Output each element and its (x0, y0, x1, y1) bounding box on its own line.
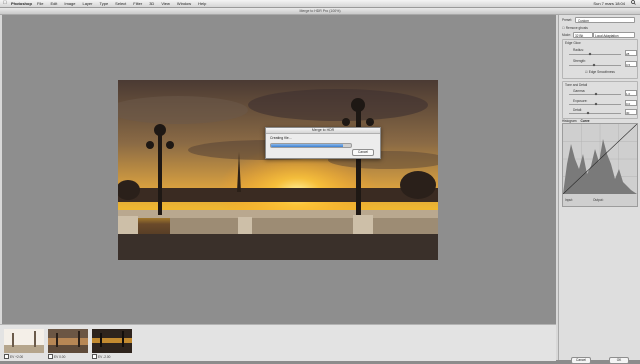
preset-select[interactable]: Custom (575, 17, 635, 23)
slider-knob[interactable] (592, 63, 596, 67)
menu-layer[interactable]: Layer (82, 0, 92, 7)
menu-3d[interactable]: 3D (149, 0, 154, 7)
app-menu[interactable]: Photoshop (11, 0, 32, 7)
menubar-status: Sun 7 mars 18:04 (593, 0, 636, 7)
detail-slider[interactable] (569, 111, 621, 115)
clock[interactable]: Sun 7 mars 18:04 (593, 0, 625, 7)
preset-value: Custom (578, 19, 589, 23)
gamma-slider[interactable] (569, 92, 621, 96)
thumbnail-ev-0[interactable] (48, 329, 88, 353)
menu-image[interactable]: Image (64, 0, 75, 7)
menu-view[interactable]: View (161, 0, 170, 7)
apple-icon[interactable]:  (3, 0, 7, 7)
ok-button[interactable]: OK (609, 357, 629, 364)
detail-label: Detail: (573, 108, 583, 112)
checkbox-icon[interactable] (48, 354, 53, 359)
progress-bar (270, 143, 352, 148)
radius-field[interactable]: 28 (625, 50, 637, 56)
thumbnail-caption: EV 0.00 (48, 354, 65, 359)
gamma-value: 1.0 (626, 92, 631, 96)
edge-smoothness-checkbox[interactable]: ☑ Edge Smoothness (585, 70, 615, 74)
remove-ghosts-label: Remove ghosts (565, 26, 588, 30)
hdr-preview-image (118, 80, 438, 260)
strength-label: Strength: (573, 59, 586, 63)
thumbnail-caption: EV -2.00 (92, 354, 110, 359)
edge-glow-group: Edge Glow Radius: 28 Strength: 0.5 ☑ Edg… (562, 39, 638, 79)
gamma-field[interactable]: 1.0 (625, 90, 637, 96)
tone-detail-title: Tone and Detail (565, 83, 588, 87)
slider-knob[interactable] (594, 92, 598, 96)
detail-value: 30 (626, 111, 630, 115)
strength-field[interactable]: 0.5 (625, 61, 637, 67)
checkbox-icon[interactable] (92, 354, 97, 359)
menu-filter[interactable]: Filter (133, 0, 142, 7)
preview-canvas: Merge to HDR Creating file... Cancel (2, 15, 556, 324)
menu-help[interactable]: Help (198, 0, 206, 7)
curve-editor[interactable]: Input: Output: (562, 123, 638, 207)
radius-value: 28 (626, 52, 630, 56)
slider-knob[interactable] (586, 111, 590, 115)
strength-value: 0.5 (626, 63, 631, 67)
exposure-field[interactable]: 0.0 (625, 100, 637, 106)
bit-depth-select[interactable]: 32 Bit (573, 32, 593, 38)
exposure-value: 0.0 (626, 102, 631, 106)
exposure-label: Exposure: (573, 99, 588, 103)
radius-slider[interactable] (569, 52, 621, 56)
mode-label: Mode: (562, 33, 571, 37)
exposure-slider[interactable] (569, 102, 621, 106)
dialog-message: Creating file... (270, 136, 292, 140)
menu-file[interactable]: File (37, 0, 43, 7)
slider-knob[interactable] (588, 52, 592, 56)
merge-progress-dialog: Merge to HDR Creating file... Cancel (265, 127, 381, 159)
menu-list: File Edit Image Layer Type Select Filter… (37, 0, 206, 7)
checkbox-icon[interactable] (4, 354, 9, 359)
bit-depth-value: 32 Bit (575, 34, 584, 38)
input-label: Input: (565, 198, 573, 202)
tone-detail-group: Tone and Detail Gamma: 1.0 Exposure: 0.0… (562, 81, 638, 119)
remove-ghosts-checkbox[interactable]: ☐ Remove ghosts (562, 26, 588, 30)
output-label: Output: (593, 198, 604, 202)
thumbnail-ev-label: EV 0.00 (54, 354, 66, 359)
thumbnail-ev-label: EV +2.00 (10, 354, 24, 359)
window-titlebar[interactable]: Merge to HDR Pro (100%) (0, 8, 640, 15)
strength-slider[interactable] (569, 63, 621, 67)
spotlight-search-icon[interactable] (631, 0, 636, 7)
dialog-cancel-button[interactable]: Cancel (352, 149, 374, 156)
menu-type[interactable]: Type (100, 0, 109, 7)
source-filmstrip: EV +2.00 EV 0.00 EV -2.00 (0, 324, 556, 361)
menubar:  Photoshop File Edit Image Layer Type S… (0, 0, 640, 8)
detail-field[interactable]: 30 (625, 109, 637, 115)
thumbnail-caption: EV +2.00 (4, 354, 23, 359)
histogram-graph[interactable] (562, 123, 638, 195)
merge-hdr-window: Merge to HDR Pro (100%) Merge to HDR Cre… (0, 8, 640, 364)
progress-fill (271, 144, 343, 147)
thumbnail-ev-plus2[interactable] (4, 329, 44, 353)
menu-edit[interactable]: Edit (50, 0, 57, 7)
thumbnail-ev-minus2[interactable] (92, 329, 132, 353)
slider-knob[interactable] (594, 102, 598, 106)
edge-smoothness-label: Edge Smoothness (588, 70, 615, 74)
radius-label: Radius: (573, 48, 584, 52)
cancel-button[interactable]: Cancel (571, 357, 591, 364)
method-value: Local Adaptation (595, 34, 619, 38)
dialog-title: Merge to HDR (266, 128, 380, 134)
edge-glow-title: Edge Glow (565, 41, 581, 45)
gamma-label: Gamma: (573, 89, 586, 93)
preset-label: Preset: (562, 18, 573, 22)
settings-panel: Preset: Custom ☐ Remove ghosts Mode: 32 … (558, 15, 640, 364)
menu-window[interactable]: Window (177, 0, 191, 7)
menu-select[interactable]: Select (115, 0, 126, 7)
method-select[interactable]: Local Adaptation (593, 32, 635, 38)
thumbnail-ev-label: EV -2.00 (98, 354, 111, 359)
